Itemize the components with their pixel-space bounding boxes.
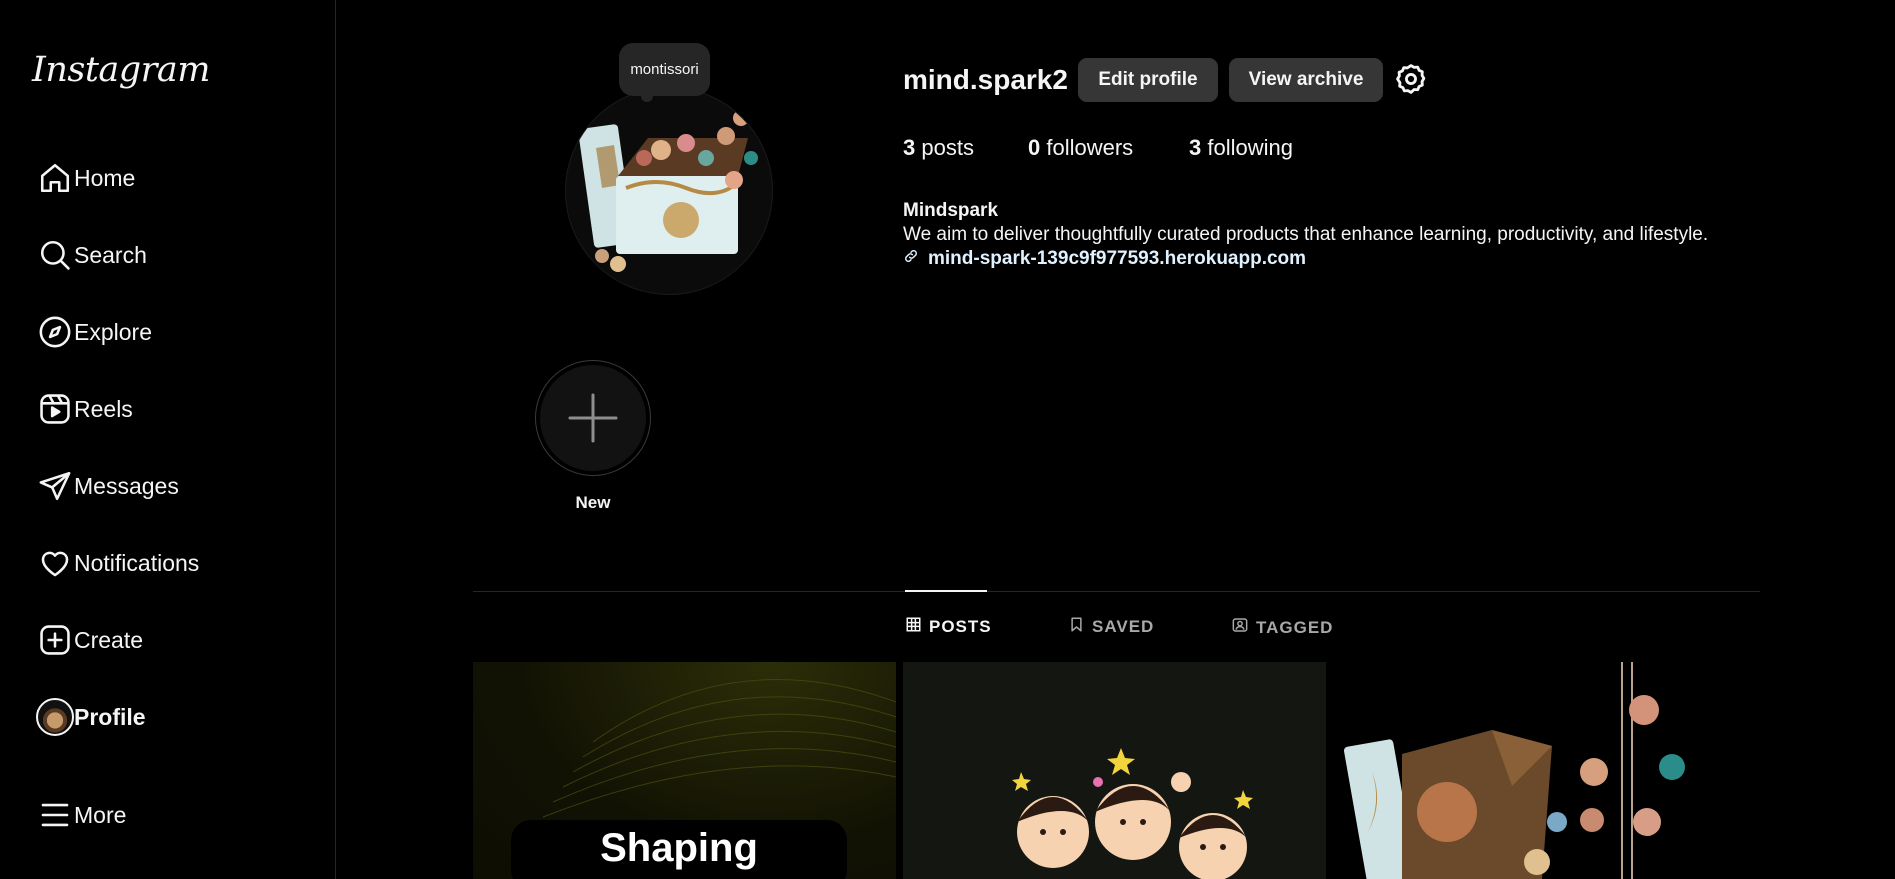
sidebar-item-label: Messages xyxy=(74,472,179,499)
plus-icon xyxy=(540,365,646,471)
tab-label: TAGGED xyxy=(1256,617,1334,637)
avatar xyxy=(36,698,74,736)
sidebar-item-profile[interactable]: Profile xyxy=(12,686,312,748)
tab-label: POSTS xyxy=(929,617,992,636)
view-archive-button[interactable]: View archive xyxy=(1229,58,1383,102)
bio-link[interactable]: mind-spark-139c9f977593.herokuapp.com xyxy=(903,248,1306,270)
tab-saved[interactable]: SAVED xyxy=(1069,617,1154,637)
post-caption: Shaping xyxy=(600,826,758,870)
gear-icon[interactable] xyxy=(1394,62,1428,96)
followers-count: 0 xyxy=(1028,135,1041,160)
tab-posts[interactable]: POSTS xyxy=(906,617,992,637)
stat-posts: 3 posts xyxy=(903,135,974,161)
sidebar: Instagram Home Search Explore Reels Mess… xyxy=(0,0,336,879)
sidebar-item-explore[interactable]: Explore xyxy=(12,301,312,363)
grid-icon xyxy=(906,617,921,637)
sidebar-item-home[interactable]: Home xyxy=(12,147,312,209)
bio-text: We aim to deliver thoughtfully curated p… xyxy=(903,224,1709,245)
tab-tagged[interactable]: TAGGED xyxy=(1232,617,1333,638)
sidebar-item-reels[interactable]: Reels xyxy=(12,378,312,440)
posts-count: 3 xyxy=(903,135,916,160)
bio-link-text: mind-spark-139c9f977593.herokuapp.com xyxy=(928,248,1307,269)
sidebar-item-create[interactable]: Create xyxy=(12,609,312,671)
active-tab-indicator xyxy=(905,590,987,592)
posts-label: posts xyxy=(921,135,974,160)
tabs-divider xyxy=(473,591,1760,592)
bookmark-icon xyxy=(1069,617,1084,637)
profile-username: mind.spark2 xyxy=(903,64,1068,95)
tab-label: SAVED xyxy=(1092,617,1155,636)
stat-followers[interactable]: 0 followers xyxy=(1028,135,1133,161)
sidebar-item-messages[interactable]: Messages xyxy=(12,455,312,517)
sidebar-item-label: More xyxy=(74,801,127,828)
following-label: following xyxy=(1207,135,1293,160)
new-highlight-label: New xyxy=(575,493,611,512)
tag-user-icon xyxy=(1232,617,1248,638)
new-highlight-button[interactable] xyxy=(535,360,651,476)
sidebar-item-search[interactable]: Search xyxy=(12,224,312,286)
followers-label: followers xyxy=(1046,135,1134,160)
bio-name: Mindspark xyxy=(903,200,999,221)
post-thumbnail[interactable] xyxy=(903,662,1326,879)
post-thumbnail[interactable]: Shaping xyxy=(473,662,896,879)
link-icon xyxy=(903,248,919,270)
sidebar-item-label: Reels xyxy=(74,395,133,422)
sidebar-item-more[interactable]: More xyxy=(12,784,312,846)
sidebar-item-label: Create xyxy=(74,626,144,653)
stat-following[interactable]: 3 following xyxy=(1189,135,1293,161)
sidebar-item-label: Profile xyxy=(74,703,146,730)
post-caption-box: Shaping xyxy=(511,820,847,879)
sidebar-item-label: Explore xyxy=(74,318,152,345)
instagram-logo[interactable]: Instagram xyxy=(32,50,210,90)
post-thumbnail[interactable] xyxy=(1332,662,1755,879)
sidebar-item-label: Search xyxy=(74,241,147,268)
profile-picture[interactable] xyxy=(565,87,773,295)
sidebar-item-notifications[interactable]: Notifications xyxy=(12,532,312,594)
following-count: 3 xyxy=(1189,135,1202,160)
sidebar-item-label: Home xyxy=(74,164,136,191)
highlight-tooltip: montissori xyxy=(619,43,710,102)
edit-profile-button[interactable]: Edit profile xyxy=(1078,58,1218,102)
sidebar-item-label: Notifications xyxy=(74,549,200,576)
